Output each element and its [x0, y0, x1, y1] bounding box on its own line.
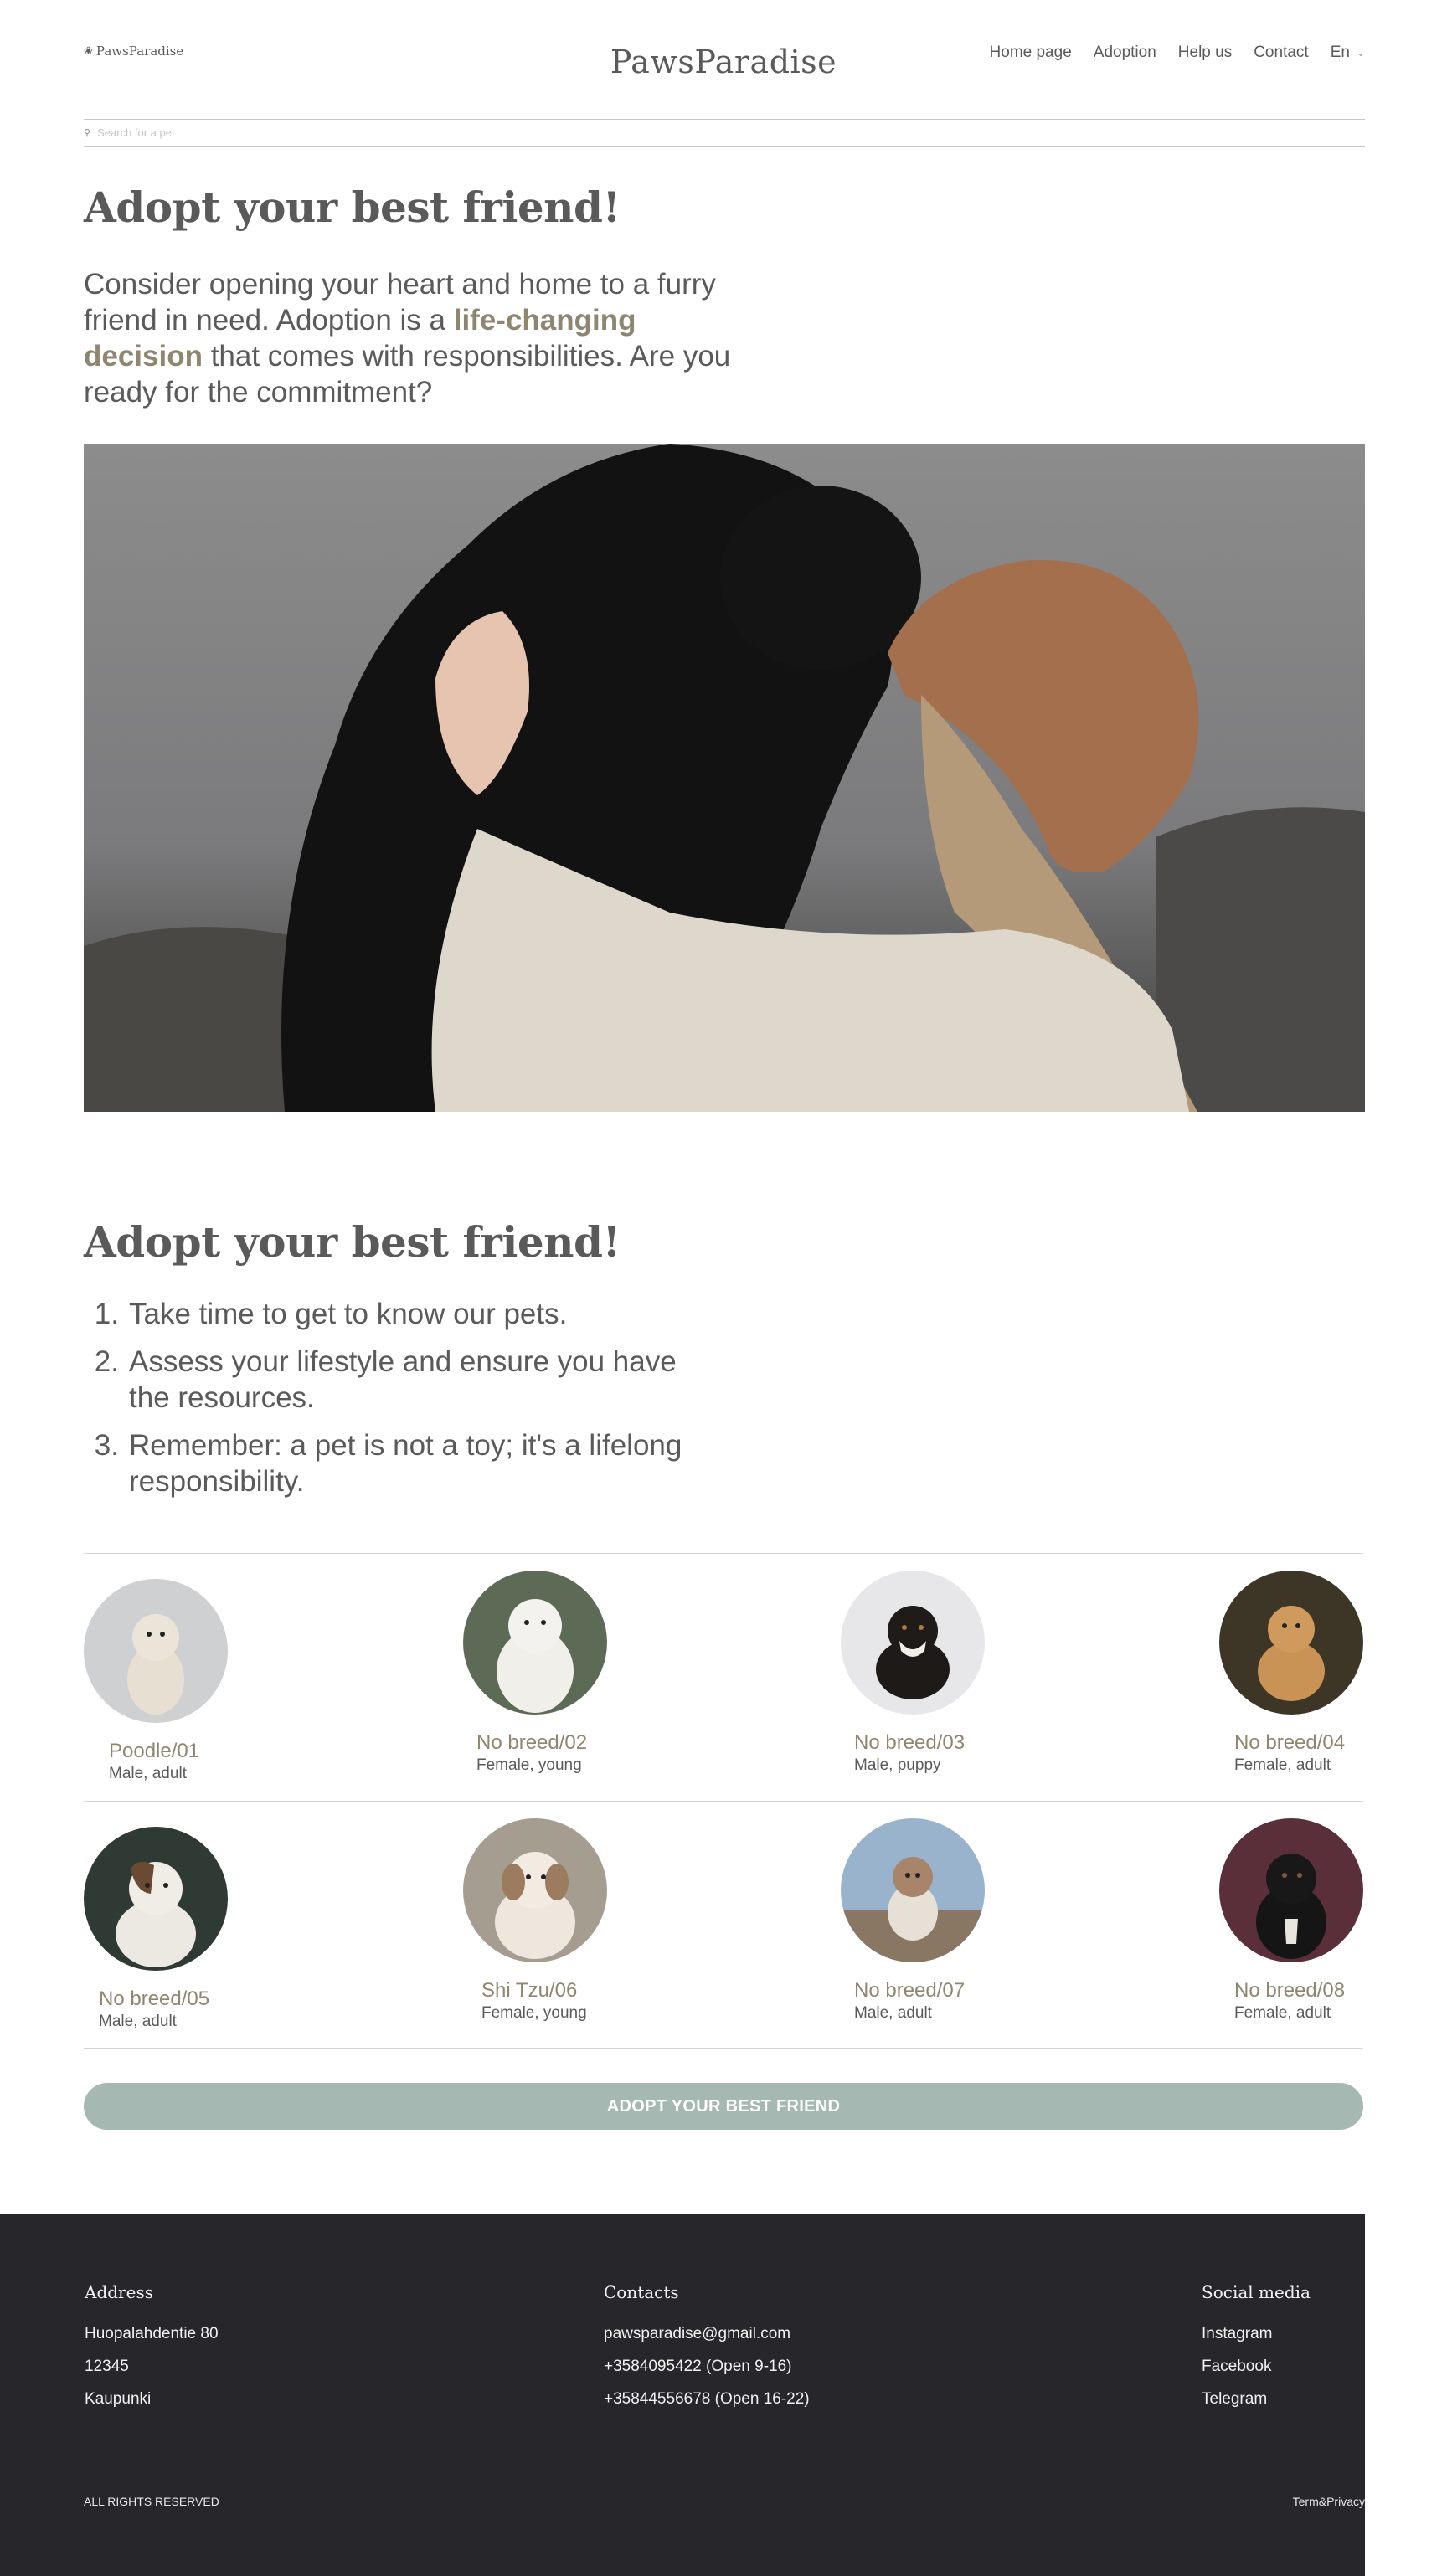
footer-social-telegram[interactable]: Telegram	[1202, 2383, 1311, 2415]
pet-card[interactable]: No breed/02 Female, young	[463, 1571, 607, 1775]
pet-photo	[841, 1571, 985, 1715]
search-bar: ⚲	[84, 119, 1365, 147]
pet-description: Female, young	[481, 2004, 587, 2022]
footer-social: Social media Instagram Facebook Telegram	[1202, 2282, 1311, 2415]
pet-description: Female, young	[476, 1756, 582, 1774]
footer-address-line: Kaupunki	[85, 2390, 152, 2408]
pet-description: Male, adult	[99, 2013, 177, 2030]
footer-terms-link[interactable]: Term&Privacy	[1293, 2495, 1365, 2508]
footer-social-title: Social media	[1202, 2282, 1311, 2302]
section-title: Adopt your best friend!	[84, 1217, 621, 1267]
divider	[84, 2048, 1363, 2049]
pet-name: No breed/07	[854, 1979, 966, 2002]
pet-photo	[463, 1571, 607, 1715]
page-title: Adopt your best friend!	[84, 183, 621, 232]
pet-description: Male, adult	[854, 2004, 932, 2022]
brand-title-text: PawsParadise	[610, 44, 837, 80]
pet-photo	[84, 1579, 228, 1723]
nav-item-help-us[interactable]: Help us	[1178, 44, 1232, 62]
intro-text: Consider opening your heart and home to …	[84, 266, 737, 410]
footer-address-line: 12345	[85, 2357, 129, 2375]
footer-contacts-title: Contacts	[604, 2282, 679, 2302]
pet-card[interactable]: Shi Tzu/06 Female, young	[463, 1818, 607, 2023]
pet-name: No breed/04	[1234, 1731, 1346, 1754]
pet-card[interactable]: No breed/08 Female, adult	[1219, 1818, 1363, 2023]
step-text: Remember: a pet is not a toy; it's a lif…	[129, 1429, 682, 1498]
pet-card[interactable]: No breed/04 Female, adult	[1219, 1571, 1363, 1775]
footer-email-link[interactable]: pawsparadise@gmail.com	[604, 2317, 810, 2350]
step-text: Take time to get to know our pets.	[129, 1298, 568, 1330]
pet-card[interactable]: No breed/03 Male, puppy	[841, 1571, 985, 1775]
pet-photo	[1219, 1571, 1363, 1715]
pet-description: Female, adult	[1234, 1756, 1331, 1774]
pet-description: Male, puppy	[854, 1756, 941, 1774]
pet-photo	[841, 1818, 985, 1962]
pet-photo	[1219, 1818, 1363, 1962]
nav-item-contact[interactable]: Contact	[1254, 44, 1308, 62]
footer-social-facebook[interactable]: Facebook	[1202, 2350, 1311, 2383]
adoption-steps: 1. Take time to get to know our pets. 2. A…	[84, 1296, 720, 1511]
list-item: 2. Assess your lifestyle and ensure you h…	[84, 1344, 720, 1416]
hero-illustration	[84, 444, 1365, 1112]
footer-contacts: Contacts pawsparadise@gmail.com +3584095…	[604, 2282, 810, 2415]
main-nav: Home page Adoption Help us Contact En ⌄	[990, 44, 1365, 62]
nav-item-adoption[interactable]: Adoption	[1094, 44, 1156, 62]
search-icon: ⚲	[84, 128, 91, 138]
pet-name: No breed/02	[476, 1731, 588, 1754]
divider	[84, 1801, 1363, 1802]
footer-phone-link[interactable]: +35844556678 (Open 16-22)	[604, 2383, 810, 2415]
pet-photo	[463, 1818, 607, 1962]
adopt-button[interactable]: ADOPT YOUR BEST FRIEND	[84, 2083, 1363, 2130]
footer-address-title: Address	[85, 2282, 153, 2302]
step-text: Assess your lifestyle and ensure you hav…	[129, 1345, 677, 1414]
pet-name: Poodle/01	[109, 1740, 200, 1762]
pet-card[interactable]: Poodle/01 Male, adult	[84, 1579, 228, 1783]
step-number: 3.	[94, 1429, 119, 1462]
pet-card[interactable]: No breed/05 Male, adult	[84, 1827, 228, 2031]
footer-address-line: Huopalahdentie 80	[85, 2325, 219, 2342]
pet-description: Female, adult	[1234, 2004, 1331, 2022]
list-item: 1. Take time to get to know our pets.	[84, 1296, 720, 1332]
pet-photo	[84, 1827, 228, 1971]
search-input[interactable]	[97, 126, 433, 139]
chevron-down-icon: ⌄	[1356, 47, 1365, 59]
language-selector[interactable]: En ⌄	[1331, 44, 1365, 62]
nav-item-home[interactable]: Home page	[990, 44, 1072, 62]
footer: Address Huopalahdentie 80 12345 Kaupunki…	[0, 2214, 1365, 2576]
footer-address: Address Huopalahdentie 80 12345 Kaupunki	[85, 2282, 219, 2415]
footer-phone-link[interactable]: +3584095422 (Open 9-16)	[604, 2350, 810, 2383]
pet-card[interactable]: No breed/07 Male, adult	[841, 1818, 985, 2023]
footer-social-instagram[interactable]: Instagram	[1202, 2317, 1311, 2350]
language-label: En	[1330, 44, 1350, 61]
step-number: 2.	[94, 1345, 119, 1378]
pet-description: Male, adult	[109, 1765, 187, 1782]
list-item: 3. Remember: a pet is not a toy; it's a l…	[84, 1427, 720, 1499]
pet-name: No breed/05	[99, 1987, 210, 2010]
pet-name: Shi Tzu/06	[481, 1979, 578, 2002]
pet-name: No breed/03	[854, 1731, 966, 1754]
hero-image	[84, 444, 1365, 1112]
step-number: 1.	[94, 1298, 119, 1330]
divider	[84, 1553, 1363, 1554]
pet-name: No breed/08	[1234, 1979, 1346, 2002]
footer-rights: ALL RIGHTS RESERVED	[84, 2495, 219, 2508]
